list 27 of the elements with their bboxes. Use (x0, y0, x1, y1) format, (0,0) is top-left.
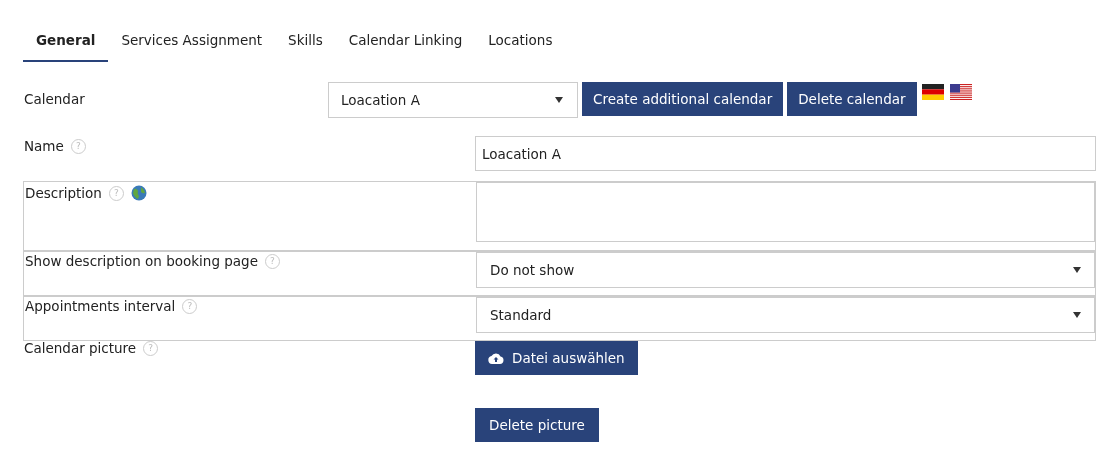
german-flag-icon[interactable] (921, 84, 944, 100)
name-field[interactable]: Loacation A (475, 136, 1096, 171)
us-flag-icon[interactable] (949, 84, 972, 100)
caret-icon (1073, 312, 1081, 318)
calendar-button[interactable]: Create additional calendar (582, 82, 784, 116)
cloud-upload-icon (488, 352, 504, 364)
tab[interactable]: Locations (475, 29, 566, 62)
tab[interactable]: Calendar Linking (335, 29, 476, 62)
field-label: Calendar picture (24, 340, 137, 356)
tab[interactable]: Services Assignment (108, 29, 276, 62)
delete-picture-button[interactable]: Delete picture (475, 408, 599, 442)
field-label: Calendar (23, 90, 86, 107)
upload-button[interactable]: Datei auswählen (475, 341, 638, 375)
dropdown[interactable]: Standard (476, 297, 1095, 333)
caret-icon (555, 97, 563, 103)
description-field[interactable] (476, 182, 1095, 242)
globe-icon[interactable] (130, 185, 147, 201)
calendar-select[interactable]: Loacation A (328, 82, 578, 118)
tab[interactable]: General (23, 29, 109, 62)
tab[interactable]: Skills (275, 29, 336, 62)
field-label: Name (24, 138, 64, 154)
field-label: Show description on booking page (25, 253, 258, 269)
field-label: Description (25, 185, 102, 201)
caret-icon (1073, 267, 1081, 273)
dropdown[interactable]: Do not show (476, 252, 1095, 288)
field-label: Appointments interval (25, 298, 176, 314)
calendar-button[interactable]: Delete calendar (787, 82, 917, 116)
